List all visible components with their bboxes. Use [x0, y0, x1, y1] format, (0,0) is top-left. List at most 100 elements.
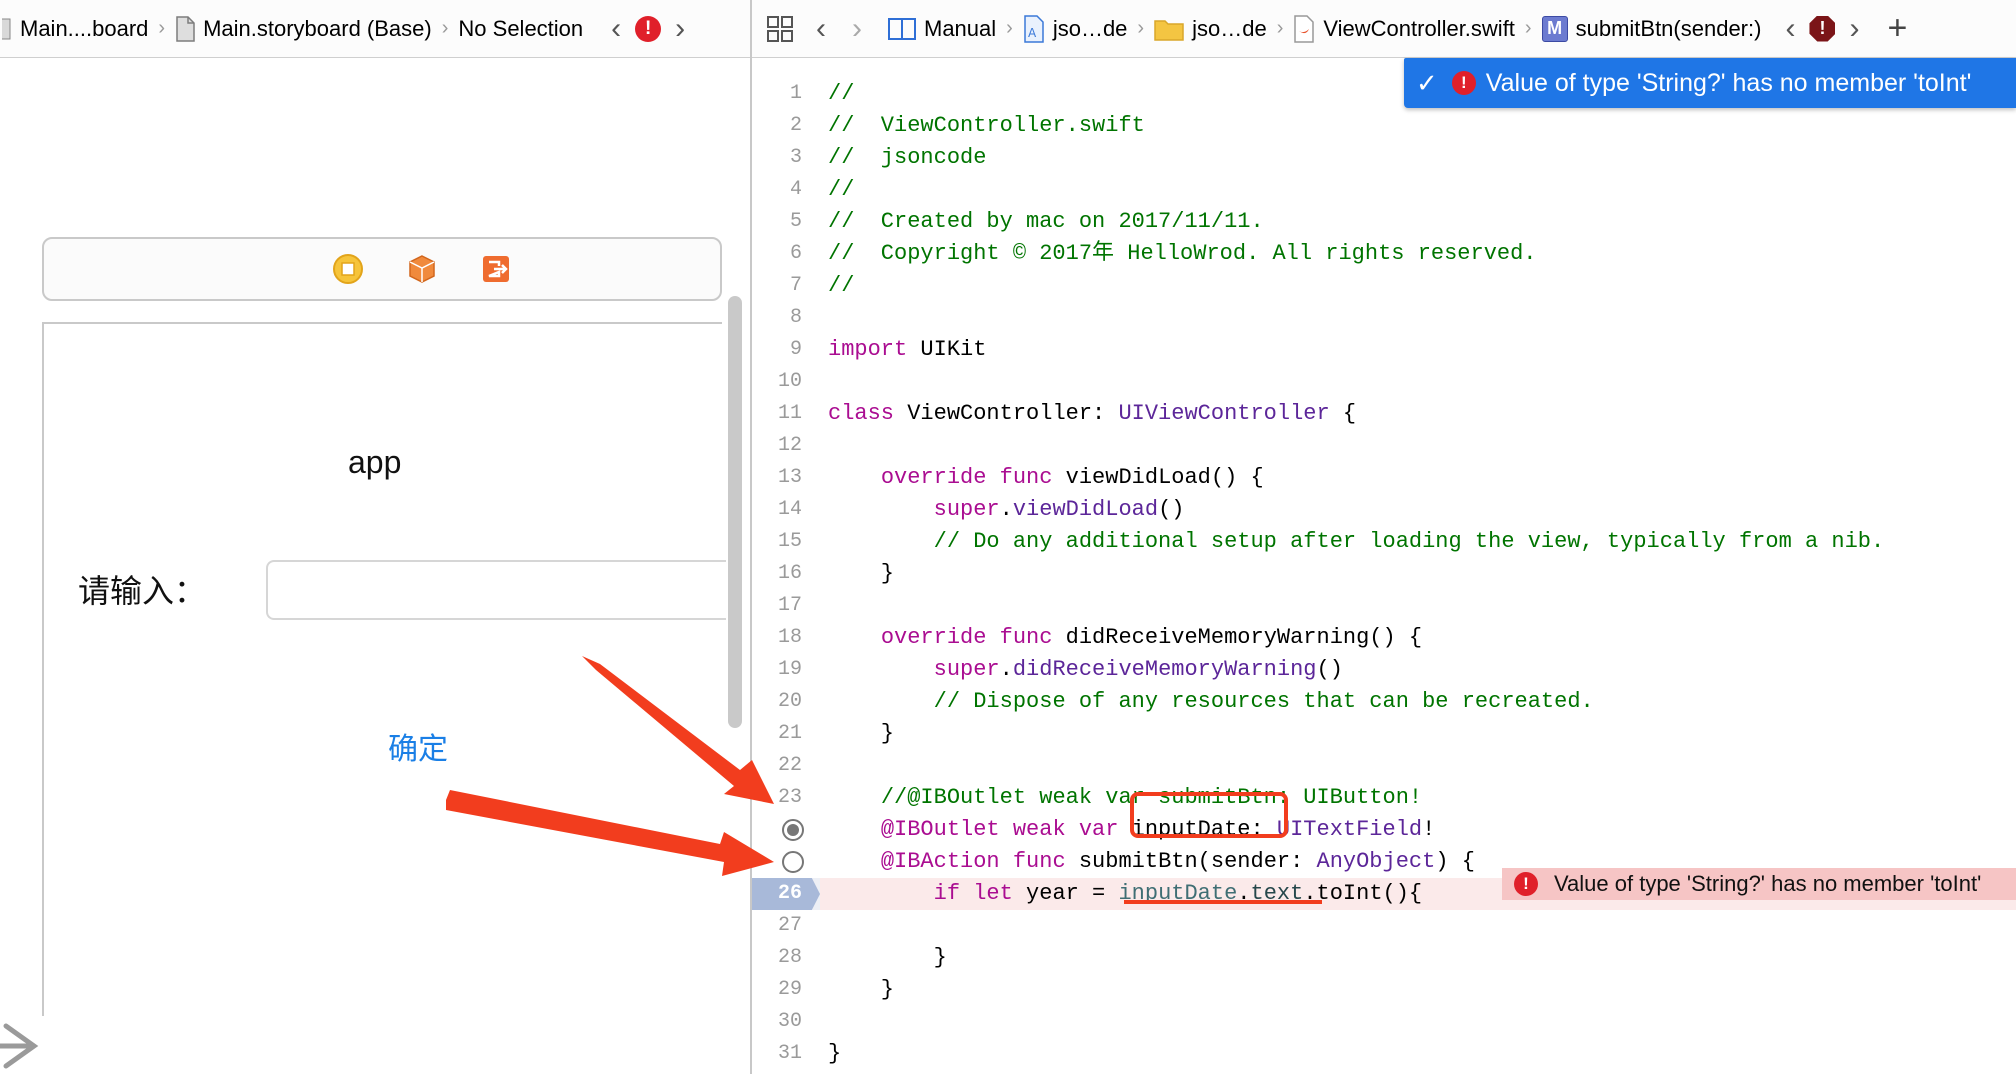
canvas-scrollbar[interactable]	[728, 296, 742, 728]
code-token: import	[828, 337, 908, 362]
related-items-icon[interactable]	[766, 15, 794, 43]
outlet-connected-icon[interactable]	[782, 819, 804, 841]
code-line[interactable]: 18 override func didReceiveMemoryWarning…	[752, 622, 2016, 654]
line-number: 6	[789, 242, 802, 265]
exit-icon[interactable]	[480, 253, 512, 285]
plus-icon[interactable]: +	[1887, 9, 1907, 48]
code-token: }	[828, 721, 895, 746]
view-controller-icon[interactable]	[332, 253, 364, 285]
chevron-left-icon[interactable]: ‹	[611, 13, 621, 44]
code-line[interactable]: 9 import UIKit	[752, 334, 2016, 366]
code-line[interactable]: 29 }	[752, 974, 2016, 1006]
code-token: .	[999, 657, 1013, 682]
code-line[interactable]: 8	[752, 302, 2016, 334]
code-text: // Copyright © 2017年 HelloWrod. All righ…	[828, 238, 1537, 270]
svg-text:A: A	[1028, 26, 1037, 40]
code-line[interactable]: 27	[752, 910, 2016, 942]
code-text: //	[828, 270, 854, 302]
code-line[interactable]: 4 //	[752, 174, 2016, 206]
chevron-right-icon[interactable]: ›	[1849, 13, 1859, 44]
assistant-editor-icon	[888, 17, 916, 40]
code-line[interactable]: 7 //	[752, 270, 2016, 302]
breadcrumb-label: ViewController.swift	[1323, 15, 1515, 41]
code-line[interactable]: 12	[752, 430, 2016, 462]
code-line[interactable]: 3 // jsoncode	[752, 142, 2016, 174]
code-line[interactable]: 20 // Dispose of any resources that can …	[752, 686, 2016, 718]
breadcrumb-method[interactable]: M submitBtn(sender:)	[1541, 15, 1761, 42]
code-line[interactable]: 2 // ViewController.swift	[752, 110, 2016, 142]
code-token: ) {	[1435, 849, 1475, 874]
line-number: 15	[777, 530, 802, 553]
code-token: ()	[1316, 657, 1343, 682]
breadcrumb-project[interactable]: A jso…de	[1023, 14, 1128, 43]
go-forward-icon[interactable]: ›	[852, 13, 862, 44]
error-octagon-icon[interactable]: !	[1809, 15, 1836, 42]
breadcrumb-mode[interactable]: Manual	[888, 16, 996, 42]
code-line[interactable]: 17	[752, 590, 2016, 622]
breadcrumb-selection[interactable]: No Selection	[458, 16, 583, 42]
line-number: 31	[777, 1042, 802, 1065]
input-prompt-label[interactable]: 请输入：	[78, 566, 206, 612]
line-number: 32	[752, 1070, 802, 1074]
code-token: }	[828, 561, 895, 586]
code-line[interactable]: 14 super.viewDidLoad()	[752, 494, 2016, 526]
inline-error-banner[interactable]: ! Value of type 'String?' has no member …	[1502, 868, 2016, 900]
scene-dock	[42, 237, 722, 301]
code-token: .toInt(){	[1303, 881, 1423, 906]
line-number: 3	[789, 146, 802, 169]
breadcrumb-group[interactable]: jso…de	[1154, 16, 1267, 42]
swift-file-icon	[1294, 14, 1315, 43]
code-token: .	[1237, 881, 1251, 906]
code-line[interactable]: 30	[752, 1006, 2016, 1038]
code-token: ()	[1158, 497, 1185, 522]
code-line[interactable]: 11 class ViewController: UIViewController…	[752, 398, 2016, 430]
code-line[interactable]: 32	[752, 1070, 2016, 1074]
code-line[interactable]: 10	[752, 366, 2016, 398]
breadcrumb-storyboard-base[interactable]: Main.storyboard (Base)	[175, 16, 432, 42]
code-line[interactable]: 23 //@IBOutlet weak var submitBtn: UIBut…	[752, 782, 2016, 814]
confirm-button[interactable]: 确定	[388, 724, 448, 768]
code-text: // Dispose of any resources that can be …	[828, 686, 1594, 718]
breadcrumb-file[interactable]: ViewController.swift	[1293, 14, 1515, 43]
code-token: UIKit	[907, 337, 987, 362]
code-token: !	[1422, 817, 1436, 842]
code-line[interactable]: 15 // Do any additional setup after load…	[752, 526, 2016, 558]
issue-popup[interactable]: ✓ ! Value of type 'String?' has no membe…	[1404, 58, 2016, 108]
code-line[interactable]: 21 }	[752, 718, 2016, 750]
line-number: 4	[789, 178, 802, 201]
code-line[interactable]: 6 // Copyright © 2017年 HelloWrod. All rig…	[752, 238, 2016, 270]
view-controller-scene[interactable]	[42, 322, 722, 1016]
code-token: //	[828, 81, 855, 106]
input-text-field[interactable]	[266, 560, 726, 620]
code-line[interactable]: 22	[752, 750, 2016, 782]
code-line[interactable]: 16 }	[752, 558, 2016, 590]
code-token: @IBAction func	[880, 849, 1066, 874]
code-text: class ViewController: UIViewController {	[828, 398, 1356, 430]
code-line[interactable]: 31}	[752, 1038, 2016, 1070]
error-icon[interactable]: !	[635, 15, 662, 42]
go-back-icon[interactable]: ‹	[816, 13, 826, 44]
breadcrumb-label: jso…de	[1052, 15, 1128, 41]
code-line[interactable]: 24 @IBOutlet weak var inputDate: UITextF…	[752, 814, 2016, 846]
action-unconnected-icon[interactable]	[782, 851, 804, 873]
code-line[interactable]: 28 }	[752, 942, 2016, 974]
line-number: 12	[777, 434, 802, 457]
code-token: year =	[1012, 881, 1119, 906]
code-token: override func	[880, 625, 1053, 650]
chevron-left-icon[interactable]: ‹	[1785, 13, 1795, 44]
storyboard-file-icon	[2, 18, 11, 39]
code-line[interactable]: 5 // Created by mac on 2017/11/11.	[752, 206, 2016, 238]
first-responder-icon[interactable]	[406, 253, 438, 285]
line-number: 14	[777, 498, 802, 521]
code-line[interactable]: 13 override func viewDidLoad() {	[752, 462, 2016, 494]
code-token: text	[1250, 881, 1304, 906]
app-title-label[interactable]: app	[348, 444, 401, 481]
code-text: }	[828, 1038, 841, 1070]
code-editor[interactable]: 1 // 2 // ViewController.swift 3 // jsoncode 4…	[752, 58, 2016, 1074]
chevron-right-icon[interactable]: ›	[675, 13, 685, 44]
code-line[interactable]: 19 super.didReceiveMemoryWarning()	[752, 654, 2016, 686]
code-token: didReceiveMemoryWarning	[1012, 657, 1317, 682]
code-token: }	[828, 945, 947, 970]
storyboard-jump-bar: Main....board › Main.storyboard (Base) ›…	[0, 0, 750, 58]
breadcrumb-storyboard-short[interactable]: Main....board	[2, 16, 148, 42]
